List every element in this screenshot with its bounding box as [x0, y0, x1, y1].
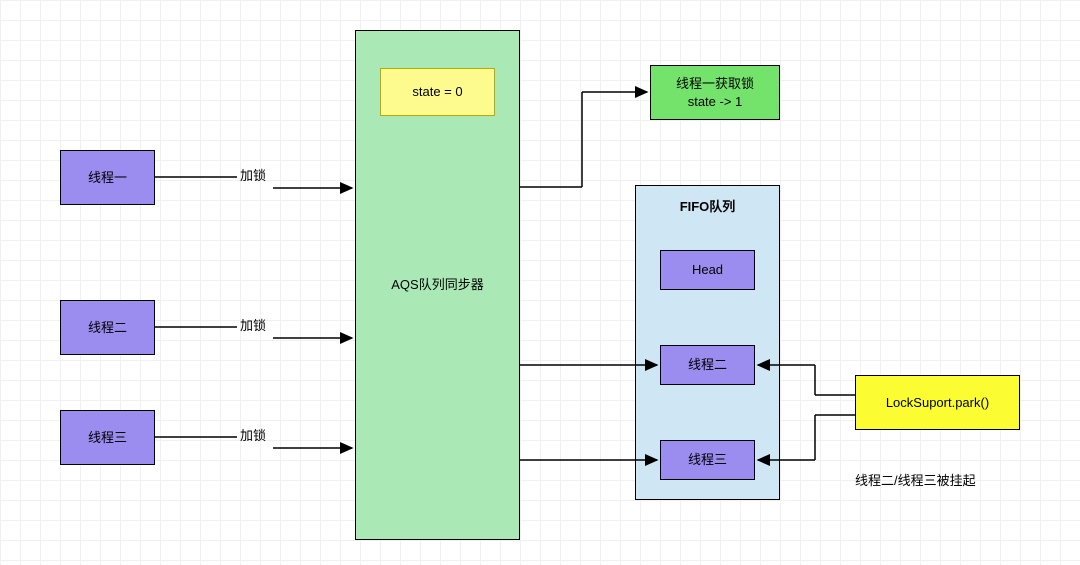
thread-3-label: 线程三: [88, 429, 127, 447]
lock-label-1: 加锁: [240, 165, 266, 184]
thread-1-label: 线程一: [88, 169, 127, 187]
lock-label-2: 加锁: [240, 315, 266, 334]
fifo-node-2-label: 线程二: [688, 356, 727, 374]
fifo-head: Head: [660, 250, 755, 290]
park-call: LockSuport.park(): [886, 394, 989, 412]
acquired-text: 线程一获取锁 state -> 1: [676, 75, 754, 110]
state-label: state = 0: [412, 83, 462, 101]
state-box: state = 0: [380, 68, 495, 116]
lock-label-3: 加锁: [240, 425, 266, 444]
thread-1-box: 线程一: [60, 150, 155, 205]
fifo-title: FIFO队列: [680, 198, 736, 216]
fifo-head-label: Head: [692, 261, 723, 279]
fifo-node-2: 线程二: [660, 345, 755, 385]
diagram-canvas: 线程一 线程二 线程三 加锁 加锁 加锁 AQS队列同步器 state = 0 …: [0, 0, 1080, 565]
fifo-node-3-label: 线程三: [688, 451, 727, 469]
acquired-box: 线程一获取锁 state -> 1: [650, 65, 780, 120]
aqs-title: AQS队列同步器: [391, 276, 483, 294]
acquired-line2: state -> 1: [676, 93, 754, 111]
park-box: LockSuport.park(): [855, 375, 1020, 430]
fifo-node-3: 线程三: [660, 440, 755, 480]
thread-3-box: 线程三: [60, 410, 155, 465]
thread-2-label: 线程二: [88, 319, 127, 337]
acquired-line1: 线程一获取锁: [676, 75, 754, 93]
park-note: 线程二/线程三被挂起: [855, 470, 976, 489]
thread-2-box: 线程二: [60, 300, 155, 355]
